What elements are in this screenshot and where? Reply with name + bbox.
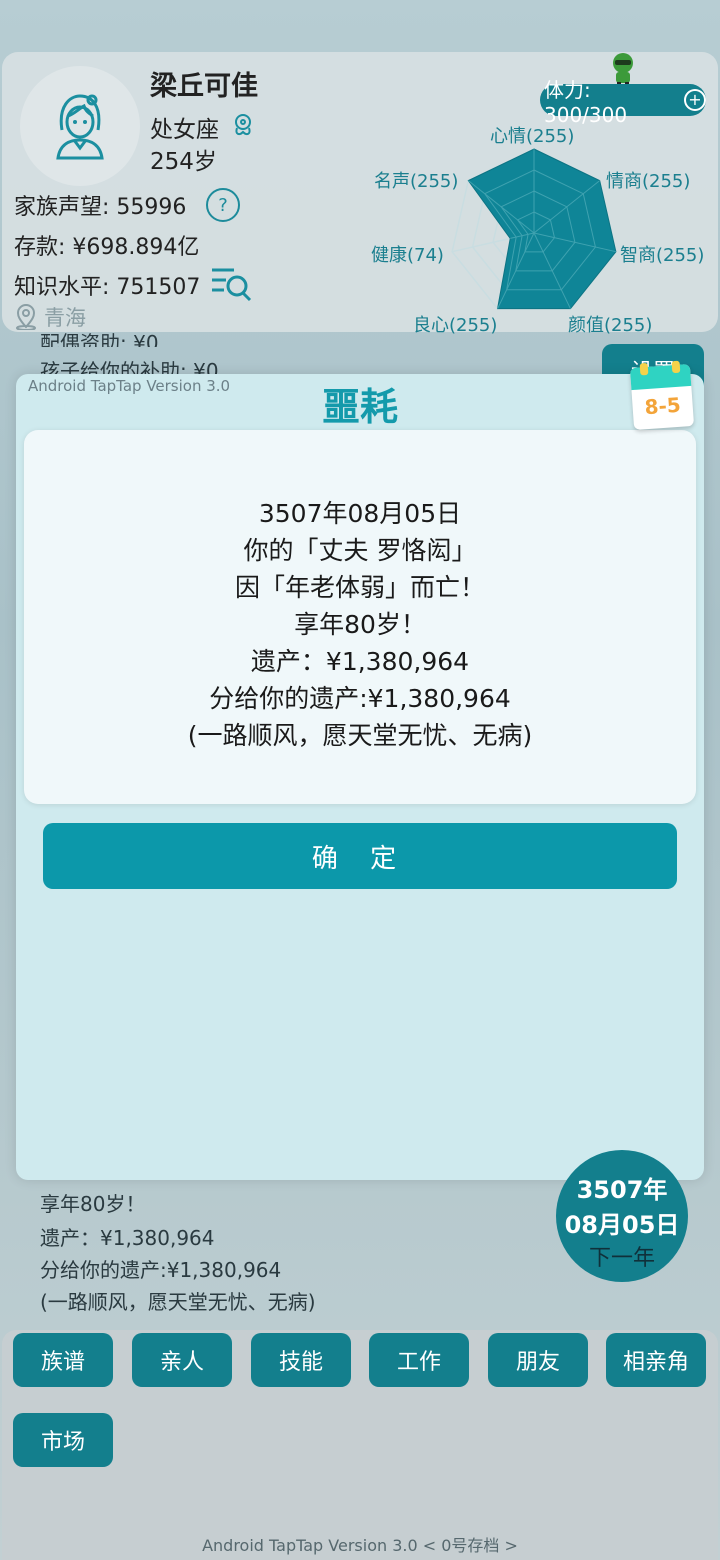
zodiac-sign: 处女座 (150, 117, 219, 143)
savings: 存款: ¥698.894亿 (14, 235, 200, 260)
date-day: 08月05日 (564, 1211, 680, 1239)
footer-version-save: Android TapTap Version 3.0 < 0号存档 > (202, 1536, 518, 1555)
nav-family-tree-button[interactable]: 族谱 (13, 1333, 113, 1387)
radar-label-conscience: 良心(255) (413, 315, 498, 336)
next-year-label: 下一年 (588, 1246, 655, 1271)
radar-label-looks: 颜值(255) (568, 315, 653, 336)
message-age: 享年80岁！ (294, 610, 426, 639)
message-inheritance: 分给你的遗产:¥1,380,964 (209, 684, 511, 713)
nav-work-button[interactable]: 工作 (369, 1333, 469, 1387)
nav-market-button[interactable]: 市场 (13, 1413, 113, 1467)
calendar-icon: 8-5 (629, 360, 695, 431)
nav-matchmaking-button[interactable]: 相亲角 (606, 1333, 706, 1387)
radar-label-fame: 名声(255) (374, 171, 459, 192)
radar-label-iq: 智商(255) (620, 245, 705, 266)
radar-label-health: 健康(74) (371, 245, 444, 266)
help-icon[interactable]: ? (206, 188, 240, 222)
energy-value: 体力: 300/300 (544, 77, 628, 127)
radar-value-shape (467, 148, 617, 310)
knowledge-level: 知识水平: 751507 (14, 275, 201, 300)
message-date: 3507年08月05日 (258, 499, 462, 528)
add-energy-icon[interactable]: + (684, 89, 706, 111)
virgo-icon (230, 112, 256, 142)
search-list-icon[interactable] (210, 264, 254, 306)
nav-friends-button[interactable]: 朋友 (488, 1333, 588, 1387)
energy-bar[interactable]: 体力: 300/300 + (540, 78, 706, 127)
bg-farewell-line: (一路顺风，愿天堂无忧、无病) (40, 1290, 316, 1314)
bg-estate-line: 遗产：¥1,380,964 (40, 1226, 215, 1250)
bg-inheritance-line: 分给你的遗产:¥1,380,964 (40, 1258, 282, 1282)
message-person: 你的「丈夫 罗恪闳」 (243, 536, 477, 565)
radar-label-mood: 心情(255) (490, 126, 575, 147)
date-year: 3507年 (576, 1176, 668, 1204)
dialog-title: 噩耗 (321, 385, 398, 429)
nav-skills-button[interactable]: 技能 (251, 1333, 351, 1387)
location-pin-icon (16, 304, 36, 330)
spouse-support: 配偶资助: ¥0 (40, 331, 159, 347)
message-farewell: (一路顺风，愿天堂无忧、无病) (187, 721, 533, 750)
bg-age-line: 享年80岁！ (40, 1192, 146, 1216)
confirm-button[interactable]: 确 定 (43, 823, 677, 889)
nav-relatives-button[interactable]: 亲人 (132, 1333, 232, 1387)
family-reputation: 家族声望: 55996 (14, 195, 187, 220)
calendar-date: 8-5 (643, 392, 682, 420)
avatar[interactable] (20, 66, 140, 186)
radar-label-eq: 情商(255) (606, 171, 691, 192)
character-age: 254岁 (150, 149, 217, 175)
message-estate: 遗产：¥1,380,964 (250, 647, 470, 676)
message-cause: 因「年老体弱」而亡！ (234, 573, 485, 602)
avatar-woman-icon (56, 94, 104, 160)
child-support: 孩子给你的补助: ¥0 (40, 359, 219, 375)
next-year-button[interactable]: 3507年 08月05日 下一年 (556, 1150, 688, 1282)
character-name: 梁丘可佳 (150, 71, 258, 102)
